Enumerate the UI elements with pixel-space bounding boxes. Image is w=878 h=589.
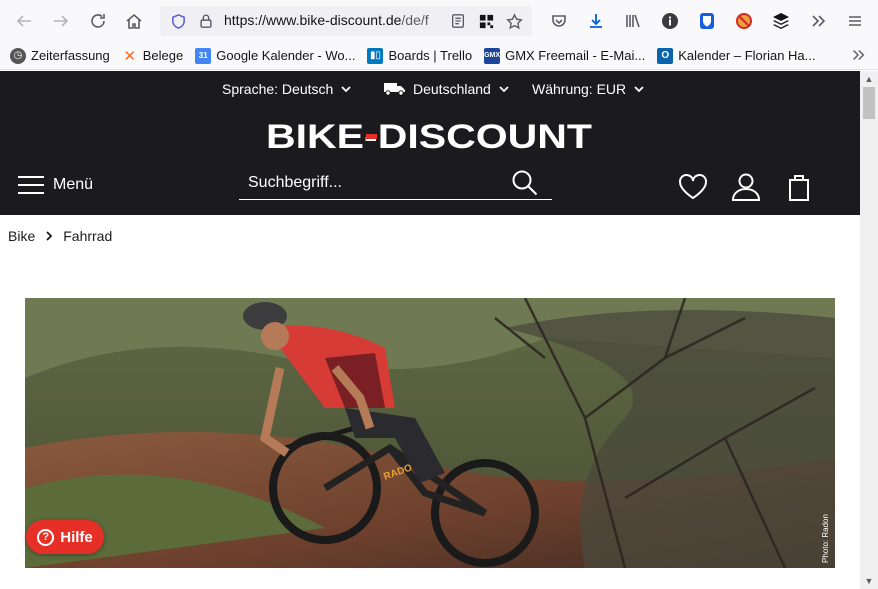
bookmarks-overflow-icon[interactable] — [850, 47, 866, 68]
shopping-bag-icon[interactable] — [783, 171, 815, 203]
chevron-down-icon — [499, 86, 509, 93]
breadcrumb-item-fahrrad[interactable]: Fahrrad — [63, 228, 112, 244]
account-user-icon[interactable] — [730, 171, 762, 203]
toolbar-right-icons — [540, 5, 873, 37]
bookmark-star-icon[interactable] — [504, 11, 524, 31]
menu-button[interactable]: Menü — [18, 175, 93, 195]
reader-view-icon[interactable] — [448, 11, 468, 31]
hero-banner-image: RADON Photo: Radon — [25, 298, 835, 568]
bookmark-trello[interactable]: ▮▯ Boards | Trello — [367, 47, 473, 64]
menu-hamburger-icon — [18, 175, 44, 195]
menu-label: Menü — [53, 176, 94, 193]
bookmark-label: Kalender – Florian Ha... — [678, 48, 816, 63]
lock-icon[interactable] — [196, 11, 216, 31]
truck-icon — [384, 83, 405, 96]
bitwarden-icon[interactable] — [688, 5, 725, 37]
country-selector[interactable]: Deutschland — [384, 81, 509, 97]
bike-discount-logo[interactable]: BIKE-DISCOUNT — [266, 117, 594, 157]
bookmark-label: Belege — [142, 48, 184, 63]
pocket-icon[interactable] — [540, 5, 577, 37]
bookmark-belege[interactable]: ✕ Belege — [122, 47, 184, 65]
photo-credit: Photo: Radon — [821, 514, 830, 563]
search-icon[interactable] — [511, 169, 539, 197]
back-icon[interactable] — [6, 5, 42, 37]
breadcrumb: Bike Fahrrad — [8, 228, 112, 244]
site-header: Sprache: Deutsch Deutschland Währung: EU… — [0, 71, 860, 215]
scrollbar-thumb[interactable] — [863, 87, 875, 119]
url-text[interactable]: https://www.bike-discount.de/de/f — [224, 12, 444, 28]
bookmark-gmx[interactable]: GMX GMX Freemail - E-Mai... — [484, 47, 646, 64]
help-button[interactable]: ? Hilfe — [26, 520, 104, 554]
chevron-right-icon — [46, 231, 53, 241]
trello-icon: ▮▯ — [367, 47, 384, 64]
chevron-down-icon — [634, 86, 644, 93]
bookmarks-bar: ◷ Zeiterfassung ✕ Belege 31 Google Kalen… — [0, 42, 878, 70]
currency-selector[interactable]: Währung: EUR — [532, 81, 644, 97]
shield-icon[interactable] — [168, 11, 188, 31]
search-box — [239, 167, 552, 200]
library-icon[interactable] — [614, 5, 651, 37]
privacy-badger-icon[interactable] — [725, 5, 762, 37]
forward-icon[interactable] — [43, 5, 79, 37]
wishlist-heart-icon[interactable] — [677, 171, 709, 203]
outlook-icon: O — [657, 47, 674, 64]
mountain-biker-photo: RADON — [25, 298, 835, 568]
clock-icon: ◷ — [10, 47, 26, 64]
home-icon[interactable] — [116, 5, 152, 37]
language-label: Sprache: Deutsch — [222, 81, 334, 97]
url-path: /de/f — [401, 12, 429, 28]
x-logo-icon: ✕ — [123, 47, 137, 65]
search-input[interactable] — [248, 171, 498, 195]
web-page: Sprache: Deutsch Deutschland Währung: EU… — [0, 71, 860, 589]
help-label: Hilfe — [60, 528, 93, 546]
language-selector[interactable]: Sprache: Deutsch — [222, 81, 351, 97]
country-label: Deutschland — [413, 81, 491, 97]
qr-code-icon[interactable] — [476, 11, 496, 31]
breadcrumb-item-bike[interactable]: Bike — [8, 228, 35, 244]
buffer-icon[interactable] — [762, 5, 799, 37]
bookmark-google-kalender[interactable]: 31 Google Kalender - Wo... — [195, 47, 356, 64]
bookmark-zeiterfassung[interactable]: ◷ Zeiterfassung — [10, 47, 110, 64]
info-icon[interactable] — [651, 5, 688, 37]
hamburger-menu-icon[interactable] — [836, 5, 873, 37]
browser-toolbar: https://www.bike-discount.de/de/f — [0, 0, 878, 42]
logo-text: BIKE-DISCOUNT — [266, 118, 592, 156]
scroll-down-icon[interactable]: ▼ — [864, 576, 874, 586]
reload-icon[interactable] — [80, 5, 116, 37]
overflow-chevrons-icon[interactable] — [799, 5, 836, 37]
google-calendar-icon: 31 — [195, 47, 212, 64]
question-icon: ? — [37, 528, 55, 546]
bookmark-kalender[interactable]: O Kalender – Florian Ha... — [657, 47, 816, 64]
url-host: https://www.bike-discount.de — [224, 12, 402, 28]
download-icon[interactable] — [577, 5, 614, 37]
page-scrollbar[interactable]: ▲ ▼ — [860, 71, 878, 589]
scroll-up-icon[interactable]: ▲ — [864, 74, 874, 84]
bookmark-label: Google Kalender - Wo... — [216, 48, 356, 63]
gmx-icon: GMX — [484, 47, 501, 64]
chevron-down-icon — [341, 86, 351, 93]
url-bar[interactable]: https://www.bike-discount.de/de/f — [160, 6, 532, 36]
bookmark-label: Zeiterfassung — [31, 48, 110, 63]
bookmark-label: GMX Freemail - E-Mai... — [505, 48, 646, 63]
currency-label: Währung: EUR — [532, 81, 627, 97]
bookmark-label: Boards | Trello — [388, 48, 473, 63]
